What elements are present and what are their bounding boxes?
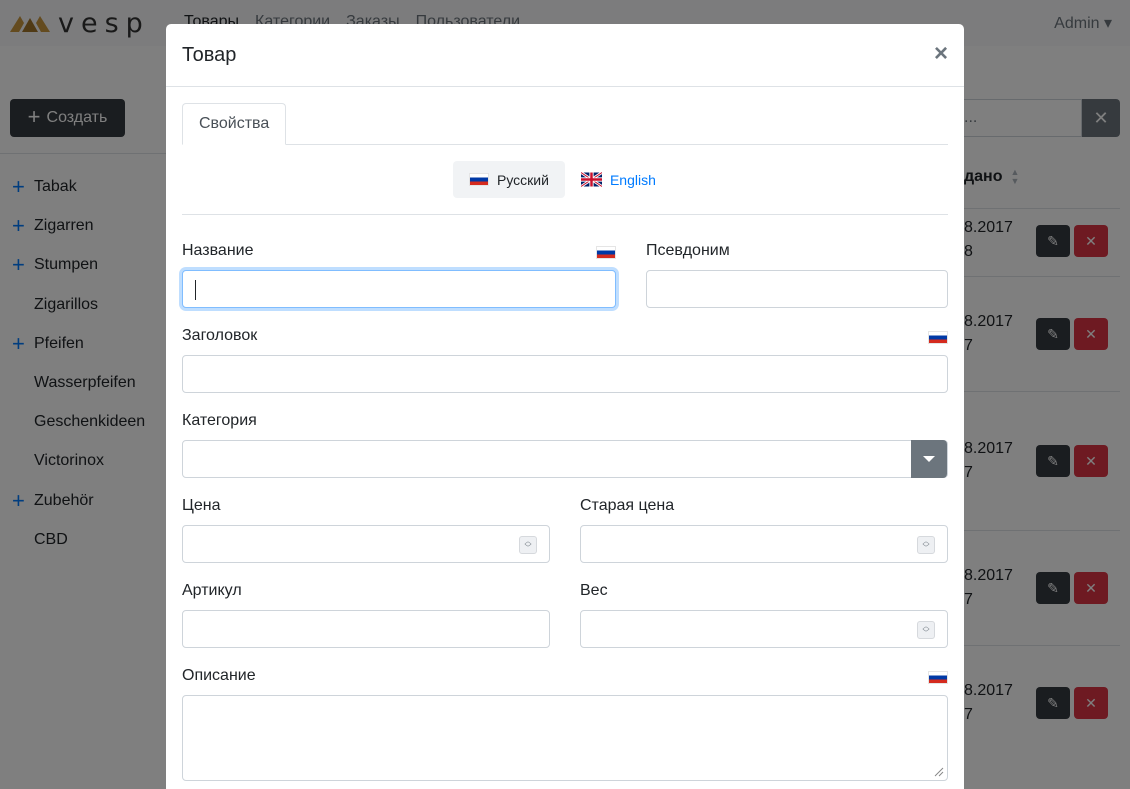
price-label: Цена xyxy=(182,497,221,514)
product-modal: Товар × Свойства Русский English Названи… xyxy=(166,24,964,789)
number-spinner-icon[interactable]: ︿ ﹀ xyxy=(917,536,935,554)
description-label: Описание xyxy=(182,667,256,684)
language-switch: Русский English xyxy=(453,161,672,198)
modal-close-button[interactable]: × xyxy=(934,40,948,68)
sku-input[interactable] xyxy=(182,610,550,648)
modal-title: Товар xyxy=(182,44,237,66)
name-label: Название xyxy=(182,242,254,259)
heading-label: Заголовок xyxy=(182,327,258,344)
tab-properties[interactable]: Свойства xyxy=(182,103,287,145)
russian-flag-icon xyxy=(928,331,948,344)
heading-input[interactable] xyxy=(182,355,948,393)
lang-en-button[interactable]: English xyxy=(565,161,672,198)
lang-en-label: English xyxy=(609,171,656,188)
russian-flag-icon xyxy=(469,173,489,186)
weight-input[interactable]: ︿ ﹀ xyxy=(580,610,948,648)
lang-ru-button[interactable]: Русский xyxy=(453,161,565,198)
caret-down-icon xyxy=(923,456,935,462)
category-label: Категория xyxy=(182,412,257,429)
modal-header: Товар × xyxy=(166,24,964,87)
lang-ru-label: Русский xyxy=(497,171,549,188)
price-input[interactable]: ︿ ﹀ xyxy=(182,525,550,563)
russian-flag-icon xyxy=(928,671,948,684)
old-price-input[interactable]: ︿ ﹀ xyxy=(580,525,948,563)
russian-flag-icon xyxy=(596,246,616,259)
old-price-label: Старая цена xyxy=(580,497,675,514)
text-caret xyxy=(195,280,196,300)
category-select[interactable] xyxy=(182,440,948,478)
resize-grip-icon[interactable] xyxy=(934,767,944,777)
number-spinner-icon[interactable]: ︿ ﹀ xyxy=(519,536,537,554)
alias-label: Псевдоним xyxy=(646,242,730,259)
uk-flag-icon xyxy=(580,172,602,187)
category-dropdown-button[interactable] xyxy=(911,440,947,478)
modal-tabs: Свойства xyxy=(182,103,948,145)
weight-label: Вес xyxy=(580,582,608,599)
description-textarea[interactable] xyxy=(182,695,948,781)
alias-input[interactable] xyxy=(646,270,948,308)
lang-divider xyxy=(182,214,948,215)
sku-label: Артикул xyxy=(182,582,242,599)
name-input[interactable] xyxy=(182,270,616,308)
number-spinner-icon[interactable]: ︿ ﹀ xyxy=(917,621,935,639)
